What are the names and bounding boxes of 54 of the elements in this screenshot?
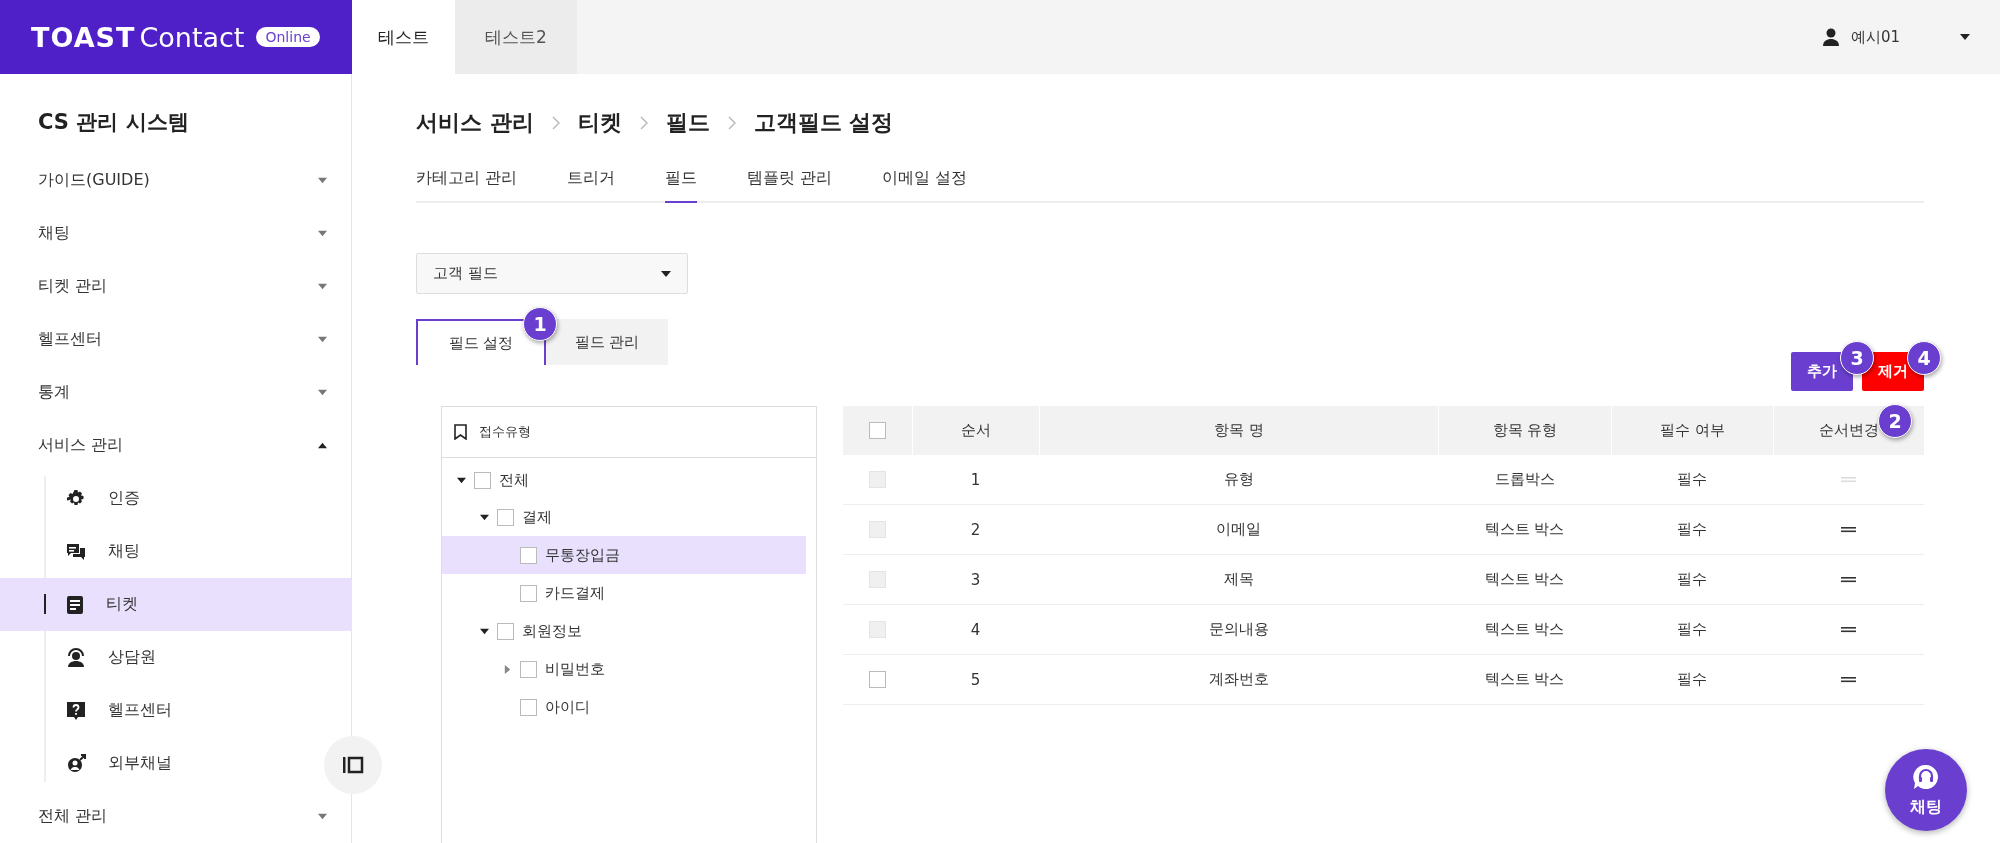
column-header: 필수 여부 (1660, 421, 1725, 440)
table-cell: 5 (970, 670, 981, 689)
sidebar-subitem-label: 인증 (108, 488, 140, 509)
table-cell: 제목 (1223, 570, 1254, 589)
tree-item-label: 카드결제 (545, 583, 605, 603)
logo-brand: TOAST (31, 21, 136, 53)
table-cell: 계좌번호 (1208, 670, 1269, 689)
table-cell: 3 (970, 570, 981, 589)
table-cell: 필수 (1677, 570, 1707, 589)
table-cell: 필수 (1677, 470, 1707, 489)
table-cell: 필수 (1677, 620, 1707, 639)
sidebar-item-label: 통계 (38, 382, 70, 403)
table-cell: 필수 (1677, 670, 1707, 689)
table-cell: 이메일 (1216, 520, 1261, 539)
sidebar-item-label: 티켓 관리 (38, 276, 108, 297)
table-cell: 2 (970, 520, 981, 539)
column-header: 항목 유형 (1492, 421, 1558, 440)
sidebar-subitem-label: 티켓 (106, 594, 138, 615)
table-cell: 4 (970, 620, 981, 639)
table-cell: 텍스트 박스 (1484, 670, 1565, 689)
tree-item-label: 비밀번호 (545, 659, 605, 679)
system-title: CS 관리 시스템 (37, 109, 190, 136)
sidebar-subitem-label: 상담원 (108, 647, 156, 668)
sidebar-item-label: 헬프센터 (38, 329, 102, 350)
table-cell: 텍스트 박스 (1484, 520, 1565, 539)
table-cell: 텍스트 박스 (1484, 620, 1565, 639)
sidebar-item-label: 가이드(GUIDE) (38, 170, 150, 191)
tree-item-label: 무통장입금 (545, 545, 620, 565)
sidebar-item-label: 전체 관리 (38, 806, 108, 827)
column-header: 항목 명 (1214, 421, 1264, 440)
step-marker-tooltip: 4 (1907, 341, 1941, 375)
tree-item-label: 아이디 (545, 697, 590, 717)
table-cell: 드롭박스 (1494, 470, 1555, 489)
tree-item-label: 회원정보 (522, 621, 582, 641)
sidebar-subitem-label: 채팅 (108, 541, 140, 562)
logo-product: Contact (139, 21, 245, 53)
column-header: 순서변경 (1819, 421, 1879, 440)
step-marker-tooltip: 1 (523, 307, 557, 341)
tree-item-label: 전체 (499, 470, 529, 490)
sidebar-item-label: 서비스 관리 (38, 435, 124, 456)
sidebar-subitem-label: 헬프센터 (108, 700, 172, 721)
tree-header: 접수유형 (479, 423, 531, 441)
table-cell: 문의내용 (1208, 620, 1269, 639)
table-cell: 1 (970, 470, 981, 489)
column-header: 순서 (961, 421, 991, 440)
step-marker-tooltip: 3 (1840, 341, 1874, 375)
online-badge: Online (256, 27, 320, 47)
table-cell: 텍스트 박스 (1484, 570, 1565, 589)
sidebar-subitem-label: 외부채널 (108, 753, 172, 774)
sidebar-item-label: 채팅 (38, 223, 70, 244)
tree-item-label: 결제 (522, 507, 552, 527)
table-cell: 필수 (1677, 520, 1707, 539)
breadcrumb-item: 고객필드 설정 (753, 109, 894, 137)
table-cell: 유형 (1223, 470, 1254, 489)
